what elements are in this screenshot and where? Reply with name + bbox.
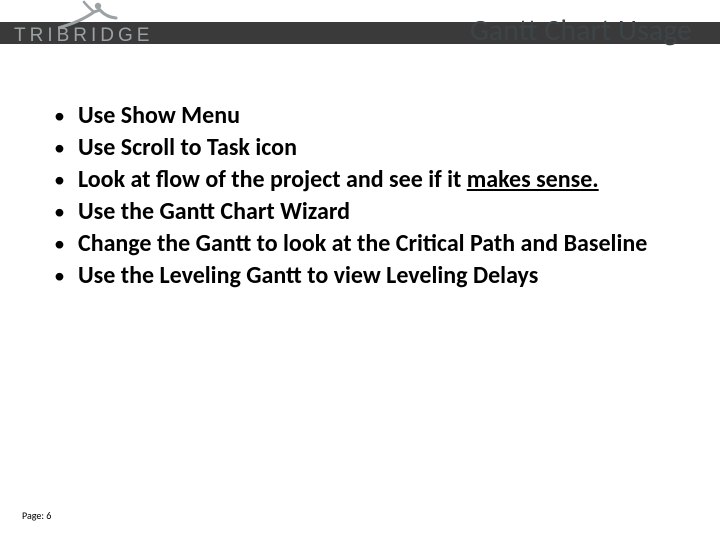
- list-item: Use the Gantt Chart Wizard: [48, 196, 680, 228]
- slide-content: Use Show Menu Use Scroll to Task icon Lo…: [48, 100, 680, 292]
- list-item: Look at flow of the project and see if i…: [48, 164, 680, 196]
- bullet-text: Use the Leveling Gantt to view Leveling …: [78, 261, 538, 290]
- list-item: Use the Leveling Gantt to view Leveling …: [48, 260, 680, 292]
- slide-title: Gantt Chart Usage: [470, 12, 692, 49]
- bullet-text: Look at flow of the project and see if i…: [78, 165, 467, 194]
- page-footer: Page: 6: [22, 509, 51, 522]
- list-item: Use Show Menu: [48, 100, 680, 132]
- bullet-text: Use Show Menu: [78, 101, 240, 130]
- bullet-text: Use Scroll to Task icon: [78, 133, 297, 162]
- bullet-text: Use the Gantt Chart Wizard: [78, 197, 350, 226]
- brand-logo: TRIBRIDGE: [8, 0, 198, 62]
- bullet-text: Change the Gantt to look at the Critical…: [78, 229, 647, 258]
- page-number: Page: 6: [22, 509, 51, 522]
- bullet-text-underline: makes sense.: [467, 165, 599, 194]
- list-item: Change the Gantt to look at the Critical…: [48, 228, 680, 260]
- bullet-list: Use Show Menu Use Scroll to Task icon Lo…: [48, 100, 680, 292]
- brand-name: TRIBRIDGE: [14, 25, 153, 47]
- slide-header: TRIBRIDGE Gantt Chart Usage: [0, 0, 720, 62]
- list-item: Use Scroll to Task icon: [48, 132, 680, 164]
